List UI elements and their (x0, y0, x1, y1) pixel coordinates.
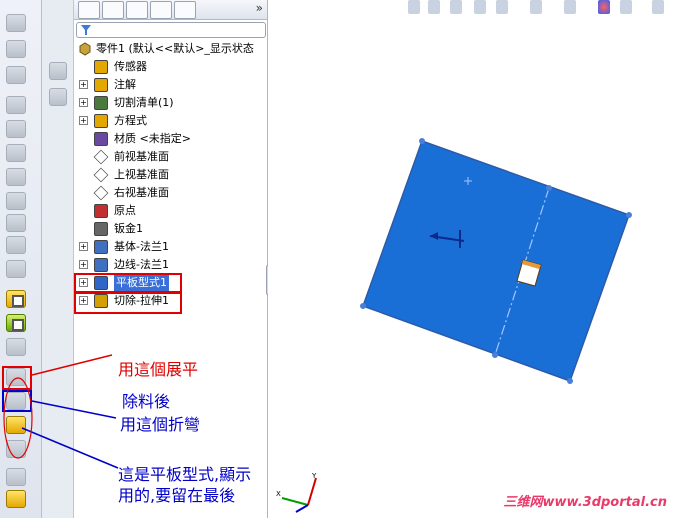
after-cut-annotation: 除料後 (122, 392, 171, 411)
note-annotation-line2: 用的,要留在最後 (118, 486, 236, 505)
flatten-annotation: 用這個展平 (118, 360, 199, 379)
coordinate-triad: Y X (276, 472, 317, 513)
svg-text:Y: Y (311, 472, 317, 480)
part-graphics: Y X (276, 138, 632, 513)
svg-text:X: X (276, 490, 281, 498)
note-annotation-line1: 這是平板型式,顯示 (118, 465, 252, 484)
graphics-viewport[interactable]: Y X (268, 0, 681, 518)
sheet-metal-part (362, 140, 630, 382)
watermark: 三维网www.3dportal.cn (503, 495, 667, 510)
fold-annotation: 用這個折彎 (120, 415, 201, 434)
